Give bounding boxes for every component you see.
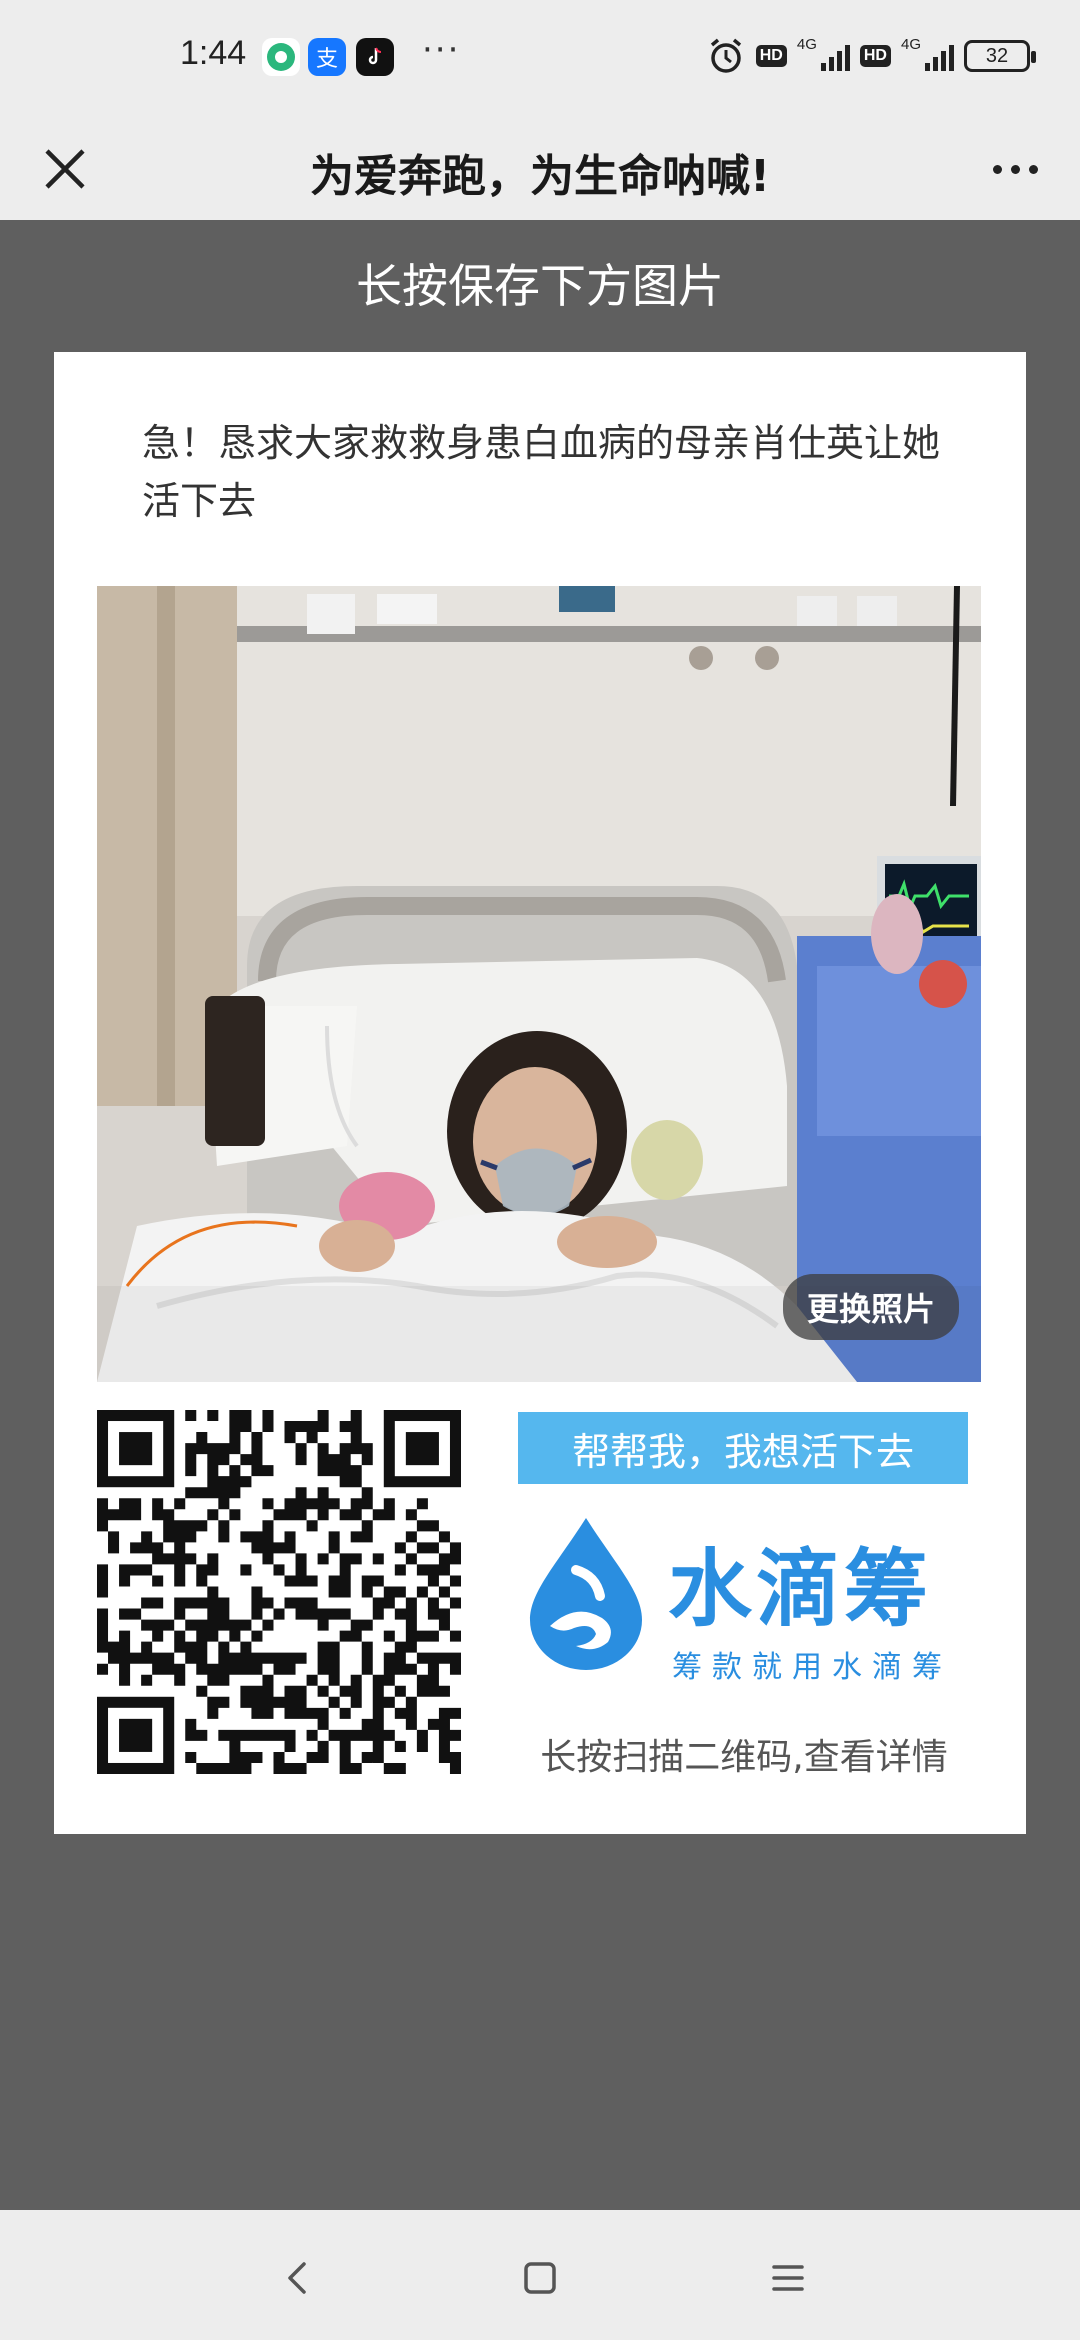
hd-badge-2: HD <box>859 45 891 67</box>
page-title: 为爱奔跑，为生命呐喊! <box>309 151 771 202</box>
change-photo-button[interactable]: 更换照片 <box>782 1274 959 1340</box>
hd-badge: HD <box>755 45 787 67</box>
tiktok-icon <box>356 38 394 76</box>
status-time: 1:44 <box>180 34 247 72</box>
campaign-title: 急！恳求大家救救身患白血病的母亲肖仕英让她活下去 <box>142 421 941 523</box>
save-image-hint: 长按保存下方图片 <box>356 259 724 313</box>
system-nav-bar <box>0 2210 1080 2340</box>
patient-photo: 更换照片 <box>97 586 981 1382</box>
home-button[interactable] <box>510 2248 570 2308</box>
slogan-banner: 帮帮我，我想活下去 <box>518 1412 968 1484</box>
alarm-icon <box>710 38 741 73</box>
back-icon <box>288 2262 306 2294</box>
back-button[interactable] <box>268 2248 328 2308</box>
more-dot <box>992 164 1002 174</box>
more-dot <box>1028 164 1038 174</box>
close-button[interactable] <box>30 134 100 204</box>
water-drop-logo-icon <box>530 1518 642 1670</box>
signal-icon <box>820 41 850 71</box>
more-notifications: ··· <box>422 30 461 70</box>
brand-tagline: 筹款就用水滴筹 <box>672 1650 952 1685</box>
recents-button[interactable] <box>758 2248 818 2308</box>
menu-icon <box>772 2265 804 2291</box>
share-poster[interactable]: 急！恳求大家救救身患白血病的母亲肖仕英让她活下去 更换照片 帮帮我，我想活下去 … <box>54 352 1026 1834</box>
close-icon <box>45 149 85 189</box>
more-dot <box>1010 164 1020 174</box>
qr-code[interactable] <box>97 1410 461 1774</box>
nav-bar: 为爱奔跑，为生命呐喊! <box>0 118 1080 220</box>
home-icon <box>524 2262 556 2294</box>
battery-icon: 32 <box>964 40 1036 72</box>
battery-level: 32 <box>985 44 1009 67</box>
more-menu-button[interactable] <box>980 134 1050 204</box>
network-type-2: 4G <box>900 35 921 53</box>
network-type: 4G <box>796 35 817 53</box>
scan-qr-hint: 长按扫描二维码,查看详情 <box>540 1737 948 1778</box>
green-app-icon <box>262 38 300 76</box>
status-bar: 1:44 支 ··· HD 4G HD 4G 32 <box>0 0 1080 118</box>
alipay-icon: 支 <box>308 38 346 76</box>
status-indicators: HD 4G HD 4G 32 <box>706 35 1036 76</box>
brand-name: 水滴筹 <box>668 1540 933 1638</box>
signal-icon-2 <box>925 41 954 71</box>
